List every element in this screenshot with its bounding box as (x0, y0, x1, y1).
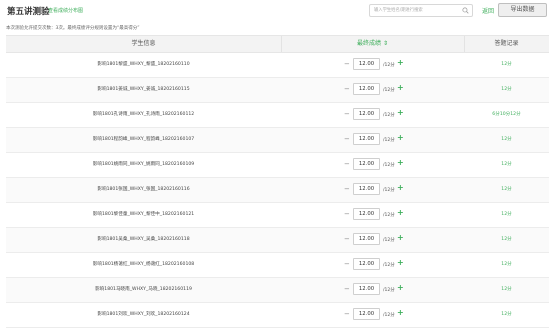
score-input[interactable] (353, 133, 380, 145)
table-row: 影响1801黎佳童_WHXY_黎佳中_18202160121 − /12分+12分 (6, 203, 549, 228)
column-header-final-score[interactable]: 最终成绩 ⇕ (281, 36, 464, 52)
score-total: /12分 (383, 238, 395, 243)
answer-record-link[interactable]: 12分 (464, 253, 549, 277)
increase-score-button[interactable]: + (397, 158, 404, 168)
submission-rule-note: 本次测验允许提交次数：3次。最终成绩评分规则设置为“最高得分” (6, 26, 140, 31)
table-row: 影响1801杨蔼红_WHXY_杨蔼红_18202160108 − /12分+12分 (6, 253, 549, 278)
answer-record-link[interactable]: 12分 (464, 278, 549, 302)
increase-score-button[interactable]: + (397, 308, 404, 318)
table-row: 影响1801马晓南_WHXY_马晓_18202160119 − /12分+12分 (6, 278, 549, 303)
table-row: 影响1801吴桑_WHXY_吴桑_18202160118 − /12分+12分 (6, 228, 549, 253)
score-input[interactable] (353, 183, 380, 195)
student-info: 影响1801刘欢_WHXY_刘欢_18202160124 (97, 312, 190, 317)
score-total: /12分 (383, 88, 395, 93)
score-input[interactable] (353, 158, 380, 170)
score-total: /12分 (383, 288, 395, 293)
score-total: /12分 (383, 63, 395, 68)
student-info: 影响1801马晓南_WHXY_马晓_18202160119 (95, 287, 192, 292)
decrease-score-button[interactable]: − (344, 159, 350, 169)
student-info: 影响1801吴桑_WHXY_吴桑_18202160118 (97, 237, 190, 242)
search-box (369, 4, 473, 17)
decrease-score-button[interactable]: − (344, 184, 350, 194)
table-row: 影响1801姚雨同_WHXY_姚雨同_18202160109 − /12分+12分 (6, 153, 549, 178)
student-table-body: 影响1801黎盛_WHXY_黎盛_18202160110−/12分+12分影响1… (6, 53, 549, 328)
score-input[interactable] (353, 83, 380, 95)
answer-record-link[interactable]: 12分 (464, 128, 549, 152)
decrease-score-button[interactable]: − (344, 84, 350, 94)
answer-record-link[interactable]: 12分 (464, 53, 549, 77)
student-info: 影响1801张国_WHXY_张国_18202160116 (97, 187, 190, 192)
increase-score-button[interactable]: + (397, 183, 404, 193)
column-header-student-info: 学生信息 (131, 40, 156, 47)
decrease-score-button[interactable]: − (344, 59, 350, 69)
column-header-answer-record: 答题记录 (494, 40, 519, 47)
answer-record-link[interactable]: 12分 (464, 303, 549, 327)
table-row: 影响1801黎盛_WHXY_黎盛_18202160110 − /12分+12分 (6, 53, 549, 78)
decrease-score-button[interactable]: − (344, 109, 350, 119)
increase-score-button[interactable]: + (397, 208, 404, 218)
student-info: 影响1801程韵峰_WHXY_程韵峰_18202160107 (92, 137, 195, 142)
increase-score-button[interactable]: + (397, 258, 404, 268)
student-info: 影响1801杨蔼红_WHXY_杨蔼红_18202160108 (92, 262, 195, 267)
increase-score-button[interactable]: + (397, 83, 404, 93)
answer-record-link[interactable]: 12分 (464, 78, 549, 102)
score-input[interactable] (353, 208, 380, 220)
table-header: 学生信息 最终成绩 ⇕ 答题记录 (6, 35, 549, 53)
answer-record-link[interactable]: 12分 (464, 178, 549, 202)
score-total: /12分 (383, 188, 395, 193)
answer-record-link[interactable]: 12分 (464, 153, 549, 177)
decrease-score-button[interactable]: − (344, 259, 350, 269)
student-info: 影响1801姜诚_WHXY_姜诚_18202160115 (97, 87, 190, 92)
score-total: /12分 (383, 138, 395, 143)
export-data-button[interactable]: 导出数据 (498, 3, 547, 17)
decrease-score-button[interactable]: − (344, 284, 350, 294)
page-title: 第五讲测验 (7, 7, 50, 17)
increase-score-button[interactable]: + (397, 58, 404, 68)
decrease-score-button[interactable]: − (344, 134, 350, 144)
search-icon[interactable] (462, 7, 469, 14)
search-input[interactable] (370, 5, 458, 16)
score-total: /12分 (383, 213, 395, 218)
table-row: 影响1801姜诚_WHXY_姜诚_18202160115 − /12分+12分 (6, 78, 549, 103)
student-info: 影响1801姚雨同_WHXY_姚雨同_18202160109 (92, 162, 195, 167)
decrease-score-button[interactable]: − (344, 309, 350, 319)
increase-score-button[interactable]: + (397, 108, 404, 118)
score-total: /12分 (383, 313, 395, 318)
score-input[interactable] (353, 233, 380, 245)
table-row: 影响1801程韵峰_WHXY_程韵峰_18202160107 − /12分+12分 (6, 128, 549, 153)
answer-record-link[interactable]: 6分10分12分 (464, 103, 549, 127)
score-total: /12分 (383, 113, 395, 118)
student-info: 影响1801黎盛_WHXY_黎盛_18202160110 (97, 62, 190, 67)
table-row: 影响1801刘欢_WHXY_刘欢_18202160124 − /12分+12分 (6, 303, 549, 328)
table-row: 影响1801张国_WHXY_张国_18202160116 − /12分+12分 (6, 178, 549, 203)
decrease-score-button[interactable]: − (344, 209, 350, 219)
student-info: 影响1801孔诗雨_WHXY_孔诗雨_18202160112 (92, 112, 195, 117)
score-total: /12分 (383, 163, 395, 168)
answer-record-link[interactable]: 12分 (464, 203, 549, 227)
increase-score-button[interactable]: + (397, 233, 404, 243)
table-row: 影响1801孔诗雨_WHXY_孔诗雨_18202160112 − /12分+6分10… (6, 103, 549, 128)
score-input[interactable] (353, 58, 380, 70)
score-input[interactable] (353, 283, 380, 295)
page-header: 第五讲测验 查看成绩分布图 返回 导出数据 (0, 0, 553, 22)
increase-score-button[interactable]: + (397, 283, 404, 293)
student-info: 影响1801黎佳童_WHXY_黎佳中_18202160121 (92, 212, 195, 217)
view-score-distribution-link[interactable]: 查看成绩分布图 (48, 7, 83, 14)
score-input[interactable] (353, 258, 380, 270)
score-input[interactable] (353, 108, 380, 120)
decrease-score-button[interactable]: − (344, 234, 350, 244)
score-total: /12分 (383, 263, 395, 268)
increase-score-button[interactable]: + (397, 133, 404, 143)
answer-record-link[interactable]: 12分 (464, 228, 549, 252)
back-link[interactable]: 返回 (482, 6, 494, 15)
score-input[interactable] (353, 308, 380, 320)
